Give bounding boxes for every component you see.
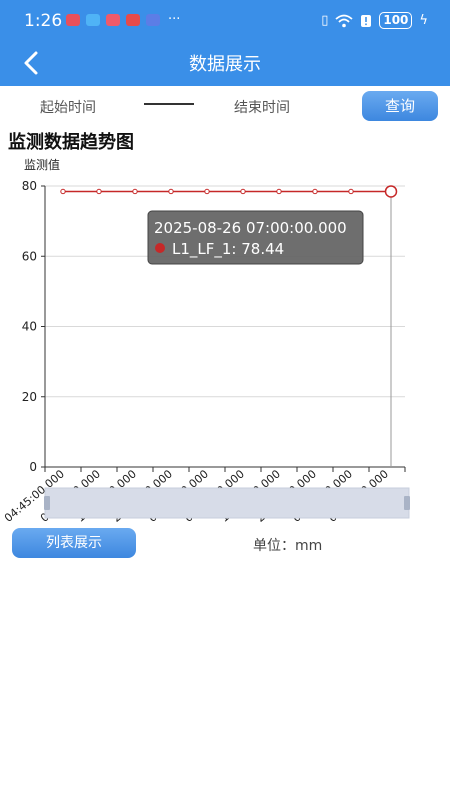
- y-tick-label: 0: [29, 460, 37, 474]
- data-point: [312, 188, 318, 195]
- app-header: 1:26 ··· ▯ 100 ϟ 数据展示: [0, 0, 450, 86]
- start-time-field[interactable]: 起始时间: [40, 97, 96, 117]
- status-indicators: ▯ 100 ϟ: [321, 12, 428, 29]
- data-point: [60, 188, 66, 195]
- data-point: [204, 188, 210, 195]
- range-separator: [144, 103, 194, 105]
- page-title: 数据展示: [189, 54, 261, 75]
- y-tick-label: 20: [22, 390, 37, 404]
- tooltip-series-marker: [155, 243, 165, 253]
- app-notification-icon: [106, 14, 120, 26]
- chart-title: 监测数据趋势图: [8, 132, 134, 153]
- wifi-icon: [335, 14, 353, 27]
- y-tick-label: 40: [22, 320, 37, 334]
- vibrate-icon: ▯: [321, 13, 329, 28]
- status-time: 1:26: [24, 11, 63, 31]
- trend-chart[interactable]: 020406080 04:45:00.00007:00:00.00014:15:…: [0, 175, 450, 535]
- y-tick-label: 60: [22, 249, 37, 263]
- data-point: [384, 185, 398, 198]
- data-point: [348, 188, 354, 195]
- app-notification-icon: [146, 14, 160, 26]
- status-bar: 1:26 ··· ▯ 100 ϟ: [0, 0, 450, 42]
- y-tick-label: 80: [22, 179, 37, 193]
- data-point: [276, 188, 282, 195]
- data-point: [132, 188, 138, 195]
- tooltip-value: L1_LF_1: 78.44: [172, 240, 284, 259]
- y-axis-label: 监测值: [24, 158, 61, 172]
- slider-handle-left: [44, 496, 50, 510]
- tooltip-time: 2025-08-26 07:00:00.000: [154, 219, 347, 237]
- query-button[interactable]: 查询: [362, 91, 438, 121]
- charging-icon: ϟ: [419, 13, 428, 28]
- data-point: [168, 188, 174, 195]
- battery-icon: 100: [379, 12, 413, 29]
- slider-handle-right: [404, 496, 410, 510]
- cloud-notification-icon: [86, 14, 100, 26]
- unit-label: 单位：mm: [253, 538, 323, 554]
- zoom-slider: [44, 487, 410, 519]
- end-time-field[interactable]: 结束时间: [234, 97, 290, 117]
- app-notification-icon: [126, 14, 140, 26]
- data-point: [240, 188, 246, 195]
- notification-icons: ···: [66, 12, 181, 27]
- more-notifications-icon: ···: [168, 12, 181, 27]
- app-notification-icon: [66, 14, 80, 26]
- list-view-button[interactable]: 列表展示: [12, 528, 136, 558]
- data-point: [96, 188, 102, 195]
- alert-icon: [361, 14, 372, 27]
